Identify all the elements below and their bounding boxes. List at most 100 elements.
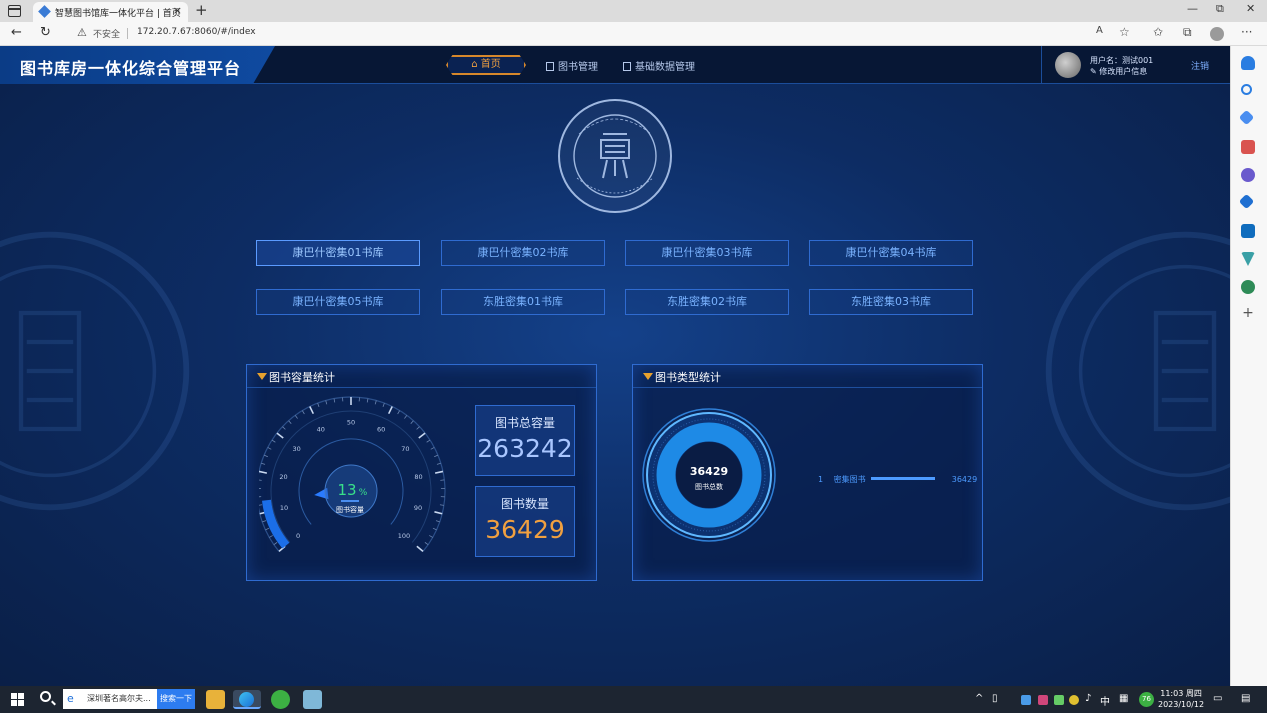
logout-button[interactable]: 注销 — [1191, 59, 1209, 72]
system-clock[interactable]: 11:03 周四 2023/10/12 — [1158, 688, 1204, 710]
tray-app-icon[interactable] — [1021, 695, 1031, 705]
nav-home[interactable]: ⌂ 首页 — [446, 55, 526, 75]
capacity-gauge: 0 10 20 30 40 50 60 70 80 90 100 13 % 图书容量 — [259, 396, 446, 553]
toolbox-icon[interactable] — [1241, 140, 1255, 154]
maximize-button[interactable]: ⧉ — [1216, 2, 1224, 16]
panel-marker-icon — [257, 373, 267, 380]
total-capacity-value: 263242 — [477, 434, 573, 463]
gauge-minor-tick — [259, 504, 263, 506]
panel-marker-icon — [643, 373, 653, 380]
tray-app-icon[interactable] — [1069, 695, 1079, 705]
nav-home-label: 首页 — [480, 59, 501, 70]
keyboard-icon[interactable]: ▦ — [1119, 693, 1128, 704]
capacity-panel-header: 图书容量统计 — [247, 365, 596, 388]
gauge-minor-tick — [436, 462, 441, 465]
gauge-tick-label: 70 — [401, 445, 409, 453]
tag-icon[interactable] — [1238, 109, 1255, 126]
taskbar-search-icon[interactable] — [40, 691, 51, 702]
warehouse-button[interactable]: 康巴什密集01书库 — [256, 240, 420, 266]
edit-user-label: 修改用户信息 — [1099, 67, 1148, 76]
favorite-star-icon[interactable]: ☆ — [1119, 25, 1130, 39]
outlook-icon[interactable] — [1241, 224, 1255, 238]
notification-center-icon[interactable]: ▤ — [1241, 693, 1250, 704]
nav-book-management[interactable]: 图书管理 — [546, 58, 598, 73]
wechat-icon[interactable] — [271, 690, 290, 709]
gauge-minor-tick — [404, 415, 408, 419]
total-capacity-box: 图书总容量 263242 — [475, 405, 575, 476]
add-sidebar-icon[interactable]: + — [1241, 306, 1255, 320]
warehouse-button[interactable]: 东胜密集01书库 — [441, 289, 605, 315]
ime-indicator[interactable]: 中 — [1100, 693, 1110, 708]
avatar[interactable] — [1055, 52, 1081, 78]
warehouse-button[interactable]: 东胜密集02书库 — [625, 289, 789, 315]
taskbar-search-box[interactable]: e 深圳著名高尔夫... 搜索一下 — [63, 689, 195, 709]
address-bar[interactable]: ⚠ 不安全 172.20.7.67:8060/#/index — [67, 25, 1097, 43]
app-header: 图书库房一体化综合管理平台 ⌂ 首页 图书管理 基础数据管理 用户名：测试001… — [0, 46, 1230, 84]
taskbar-search-button[interactable]: 搜索一下 — [157, 689, 195, 709]
tab-actions-icon[interactable] — [8, 5, 21, 17]
back-button[interactable]: ← — [11, 25, 22, 40]
type-panel-title: 图书类型统计 — [655, 371, 721, 384]
file-explorer-icon[interactable] — [206, 690, 225, 709]
usb-icon[interactable]: ▯ — [992, 693, 998, 704]
gauge-major-tick — [434, 511, 443, 515]
taskbar-search-text: 深圳著名高尔夫... — [87, 694, 151, 703]
tray-app-icon[interactable] — [1054, 695, 1064, 705]
book-type-donut: 36429 图书总数 — [642, 408, 776, 542]
more-menu-icon[interactable]: ··· — [1241, 25, 1252, 39]
tray-expand-icon[interactable]: ^ — [975, 693, 983, 704]
window-close-button[interactable]: ✕ — [1246, 2, 1255, 15]
search-icon[interactable] — [1241, 84, 1252, 95]
gauge-tick-label: 50 — [347, 419, 355, 427]
profile-avatar-icon[interactable] — [1210, 27, 1224, 41]
badge-counter[interactable]: 76 — [1139, 692, 1154, 707]
gauge-caption: 图书容量 — [336, 505, 364, 514]
volume-icon[interactable]: ♪ — [1085, 693, 1091, 704]
favorites-icon[interactable]: ✩ — [1153, 25, 1163, 39]
gauge-minor-tick — [265, 527, 270, 531]
minimize-button[interactable]: — — [1187, 2, 1198, 15]
refresh-button[interactable]: ↻ — [40, 25, 51, 40]
gauge-minor-tick — [301, 410, 305, 415]
gauge-major-tick — [259, 470, 268, 474]
warehouse-button[interactable]: 康巴什密集05书库 — [256, 289, 420, 315]
background-seal-right-icon — [1045, 231, 1230, 511]
edit-user-link[interactable]: ✎ 修改用户信息 — [1090, 66, 1147, 77]
gauge-major-tick — [309, 406, 315, 415]
read-aloud-icon[interactable]: A — [1096, 25, 1103, 36]
nav-basic-data[interactable]: 基础数据管理 — [623, 58, 695, 73]
notepad-icon[interactable] — [303, 690, 322, 709]
tab-title: 智慧图书馆库一体化平台 | 首页 — [55, 9, 181, 19]
type-panel: 图书类型统计 36429 图书总数 1 密集图书 36429 — [632, 364, 983, 581]
tab-close-icon[interactable]: × — [173, 4, 182, 17]
windows-start-icon[interactable] — [11, 693, 24, 706]
collections-icon[interactable]: ⧉ — [1183, 25, 1192, 40]
donut-caption: 图书总数 — [695, 482, 723, 491]
favicon-icon — [38, 5, 51, 18]
gauge-tick-label: 30 — [292, 445, 300, 453]
browser-tab[interactable]: 智慧图书馆库一体化平台 | 首页 × — [33, 2, 188, 22]
gauge-percent-unit: % — [359, 488, 368, 498]
warehouse-button[interactable]: 康巴什密集04书库 — [809, 240, 973, 266]
notification-bell-icon[interactable] — [1241, 56, 1255, 70]
new-tab-button[interactable]: + — [195, 1, 208, 19]
tray-app-icon[interactable] — [1038, 695, 1048, 705]
gauge-minor-tick — [397, 410, 401, 415]
edge-taskbar-icon[interactable] — [233, 690, 261, 709]
warehouse-button[interactable]: 东胜密集03书库 — [809, 289, 973, 315]
url-text[interactable]: 172.20.7.67:8060/#/index — [137, 27, 256, 37]
security-label: 不安全 — [93, 30, 121, 40]
games-icon[interactable] — [1241, 168, 1255, 182]
show-desktop-icon[interactable]: ▭ — [1213, 693, 1222, 704]
extension-icon[interactable] — [1241, 280, 1255, 294]
gauge-tick-label: 0 — [296, 532, 300, 540]
background-seal-left-icon — [0, 231, 190, 511]
office-icon[interactable] — [1238, 193, 1255, 210]
warehouse-button[interactable]: 康巴什密集03书库 — [625, 240, 789, 266]
gauge-minor-tick — [374, 400, 377, 405]
send-icon[interactable] — [1241, 252, 1255, 266]
warehouse-button[interactable]: 康巴什密集02书库 — [441, 240, 605, 266]
gauge-tick-label: 90 — [414, 504, 422, 512]
gauge-minor-tick — [434, 454, 439, 458]
gauge-minor-tick — [271, 439, 276, 443]
